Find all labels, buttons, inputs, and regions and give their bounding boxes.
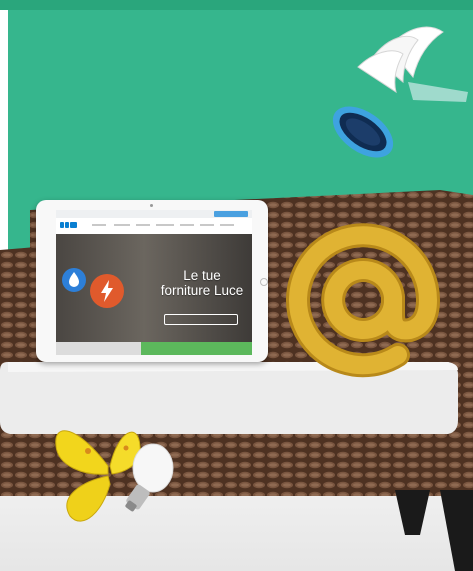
site-top-bar <box>56 210 252 218</box>
site-nav-row <box>56 218 252 235</box>
flying-gas-ring-icon <box>332 26 468 158</box>
butterfly-bulb-icon <box>55 430 174 522</box>
hero-headline: Le tue forniture Luce <box>156 268 248 298</box>
tablet-camera <box>150 204 153 207</box>
tablet-screen: Le tue forniture Luce <box>56 210 252 355</box>
site-top-button <box>214 211 248 217</box>
nav-line <box>200 224 214 226</box>
hero-cta-button <box>164 314 238 325</box>
nav-line <box>180 224 194 226</box>
nav-line <box>114 224 130 226</box>
at-sign-icon <box>286 223 441 378</box>
site-footer-green <box>141 342 252 355</box>
site-hero: Le tue forniture Luce <box>56 234 252 342</box>
nav-line <box>220 224 234 226</box>
hero-line-1: Le tue <box>183 268 221 283</box>
tablet-home-button <box>260 278 268 286</box>
hero-line-2: forniture Luce <box>160 283 244 298</box>
site-logo-icon <box>60 221 78 231</box>
nav-line <box>156 224 174 226</box>
nav-line <box>92 224 106 226</box>
illustration-scene: Le tue forniture Luce <box>0 0 473 571</box>
tablet-device: Le tue forniture Luce <box>36 200 268 362</box>
site-footer-grey <box>56 342 141 355</box>
nav-line <box>136 224 150 226</box>
top-band <box>0 0 473 10</box>
electricity-bolt-icon <box>90 274 124 308</box>
gas-flame-icon <box>62 268 86 292</box>
